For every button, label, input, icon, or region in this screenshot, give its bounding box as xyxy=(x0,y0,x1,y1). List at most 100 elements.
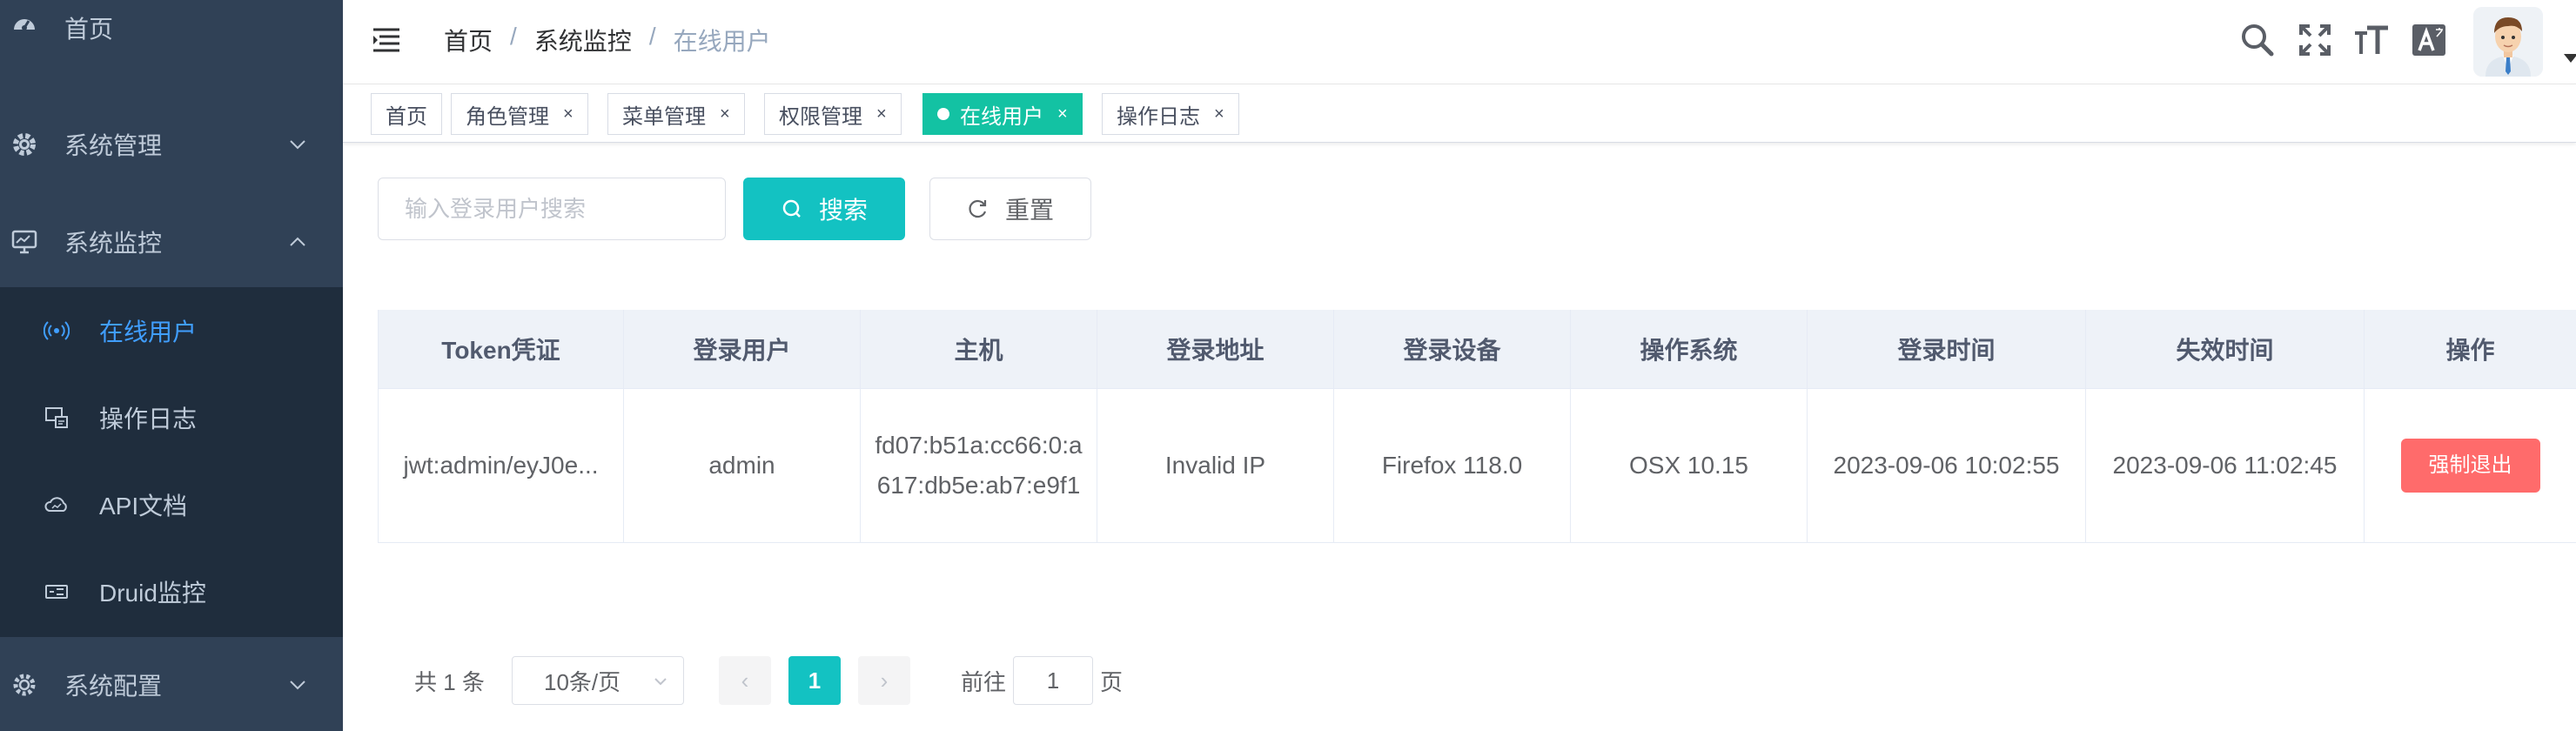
sidebar-item-system-management[interactable]: 系统管理 xyxy=(0,96,343,193)
chevron-down-icon xyxy=(290,681,305,690)
refresh-icon xyxy=(969,199,987,218)
druid-icon xyxy=(42,577,71,607)
page-suffix: 页 xyxy=(1100,669,1124,695)
avatar[interactable] xyxy=(2473,7,2543,77)
tag-online-users[interactable]: 在线用户 × xyxy=(922,93,1083,135)
breadcrumb-system-monitor[interactable]: 系统监控 xyxy=(534,23,632,57)
column-header-action: 操作 xyxy=(2364,310,2576,389)
cell-expire-time: 2023-09-06 11:02:45 xyxy=(2085,388,2365,543)
sidebar-item-system-config[interactable]: 系统配置 xyxy=(0,639,343,731)
sidebar-item-label: 首页 xyxy=(64,16,114,43)
translate-icon[interactable] xyxy=(2409,19,2451,61)
sidebar-item-label: API文档 xyxy=(99,493,188,520)
sidebar-item-label: 系统管理 xyxy=(64,132,163,159)
force-logout-button[interactable]: 强制退出 xyxy=(2400,439,2540,493)
sidebar-item-online-users[interactable]: 在线用户 xyxy=(0,287,343,374)
sidebar-item-home[interactable]: 首页 xyxy=(0,0,343,49)
cell-host: fd07:b51a:cc66:0:a617:db5e:ab7:e9f1 xyxy=(860,388,1097,543)
reset-button[interactable]: 重置 xyxy=(929,178,1091,240)
online-signal-icon xyxy=(42,316,71,345)
search-input[interactable] xyxy=(378,178,726,240)
column-header-os: 操作系统 xyxy=(1570,310,1808,389)
search-icon[interactable] xyxy=(2237,19,2278,61)
user-avatar-icon xyxy=(2473,7,2543,77)
close-icon[interactable]: × xyxy=(876,104,887,124)
page-number-1[interactable]: 1 xyxy=(788,656,841,705)
cell-device: Firefox 118.0 xyxy=(1333,388,1571,543)
page-size-value: 10条/页 xyxy=(544,668,621,695)
tag-permission-management[interactable]: 权限管理 × xyxy=(764,93,902,135)
search-button-label: 搜索 xyxy=(818,197,868,224)
log-icon xyxy=(42,403,71,433)
tags-view: 首页 角色管理 × 菜单管理 × 权限管理 × 在线用户 × 操作日志 × xyxy=(343,84,2576,143)
tag-label: 权限管理 xyxy=(779,104,862,129)
next-page-button[interactable]: › xyxy=(858,656,910,705)
cell-address: Invalid IP xyxy=(1097,388,1334,543)
prev-page-button[interactable]: ‹ xyxy=(719,656,771,705)
close-icon[interactable]: × xyxy=(1214,104,1224,124)
breadcrumb-home[interactable]: 首页 xyxy=(444,23,493,57)
tag-home[interactable]: 首页 xyxy=(371,93,442,135)
reset-button-label: 重置 xyxy=(1004,197,1054,224)
breadcrumb-separator: / xyxy=(510,23,517,50)
column-header-user: 登录用户 xyxy=(623,310,861,389)
tag-role-management[interactable]: 角色管理 × xyxy=(451,93,588,135)
goto-label: 前往 xyxy=(961,669,1007,695)
sidebar-item-system-monitor[interactable]: 系统监控 xyxy=(0,193,343,291)
tag-label: 菜单管理 xyxy=(622,104,706,129)
cell-os: OSX 10.15 xyxy=(1570,388,1808,543)
hamburger-menu-icon[interactable] xyxy=(371,24,402,56)
tag-label: 在线用户 xyxy=(960,104,1043,129)
fullscreen-icon[interactable] xyxy=(2294,19,2336,61)
tag-label: 首页 xyxy=(386,104,427,129)
sidebar-item-label: Druid监控 xyxy=(99,580,206,607)
sidebar-item-operation-log[interactable]: 操作日志 xyxy=(0,374,343,461)
sidebar-item-label: 在线用户 xyxy=(99,319,198,345)
cell-user: admin xyxy=(623,388,861,543)
search-icon xyxy=(782,199,801,218)
settings-cog-icon xyxy=(9,669,40,701)
submenu: 在线用户 操作日志 API文档 Druid监控 xyxy=(0,287,343,637)
column-header-login-time: 登录时间 xyxy=(1807,310,2086,389)
active-dot-icon xyxy=(937,108,949,120)
tag-label: 操作日志 xyxy=(1117,104,1200,129)
sidebar-item-label: 系统配置 xyxy=(64,673,163,700)
column-header-host: 主机 xyxy=(860,310,1097,389)
gear-icon xyxy=(9,129,40,160)
page-size-select[interactable]: 10条/页 xyxy=(512,656,684,705)
cell-action: 强制退出 xyxy=(2364,388,2576,543)
table-header-row: Token凭证 登录用户 主机 登录地址 登录设备 操作系统 登录时间 失效时间… xyxy=(378,310,2576,389)
close-icon[interactable]: × xyxy=(720,104,730,124)
column-header-device: 登录设备 xyxy=(1333,310,1571,389)
sidebar-item-druid-monitor[interactable]: Druid监控 xyxy=(0,548,343,635)
table-row: jwt:admin/eyJ0e... admin fd07:b51a:cc66:… xyxy=(378,388,2576,543)
cell-token: jwt:admin/eyJ0e... xyxy=(378,388,624,543)
font-size-icon[interactable] xyxy=(2351,19,2393,61)
search-button[interactable]: 搜索 xyxy=(743,178,905,240)
sidebar-item-label: 系统监控 xyxy=(64,230,163,257)
caret-down-icon[interactable] xyxy=(2564,54,2576,63)
breadcrumb: 首页 / 系统监控 / 在线用户 xyxy=(444,23,771,57)
monitor-icon xyxy=(9,226,40,258)
breadcrumb-current: 在线用户 xyxy=(673,28,771,55)
close-icon[interactable]: × xyxy=(1057,104,1068,124)
column-header-token: Token凭证 xyxy=(378,310,624,389)
chevron-down-icon xyxy=(654,678,667,686)
close-icon[interactable]: × xyxy=(563,104,574,124)
breadcrumb-separator: / xyxy=(648,23,656,50)
cell-login-time: 2023-09-06 10:02:55 xyxy=(1807,388,2086,543)
online-users-table: Token凭证 登录用户 主机 登录地址 登录设备 操作系统 登录时间 失效时间… xyxy=(378,310,2576,543)
goto-page-input[interactable] xyxy=(1013,656,1093,705)
sidebar: 首页 系统管理 系统监控 在线用户 操作日志 API文档 Druid监控 系统配… xyxy=(0,0,343,731)
column-header-expire-time: 失效时间 xyxy=(2085,310,2365,389)
sidebar-item-label: 操作日志 xyxy=(99,406,198,433)
sidebar-item-api-docs[interactable]: API文档 xyxy=(0,461,343,548)
chevron-up-icon xyxy=(290,237,305,246)
tag-label: 角色管理 xyxy=(466,104,549,129)
chevron-down-icon xyxy=(290,140,305,150)
pagination-total: 共 1 条 xyxy=(414,669,485,695)
tag-operation-log[interactable]: 操作日志 × xyxy=(1102,93,1239,135)
column-header-address: 登录地址 xyxy=(1097,310,1334,389)
cloud-icon xyxy=(42,490,71,520)
tag-menu-management[interactable]: 菜单管理 × xyxy=(607,93,745,135)
